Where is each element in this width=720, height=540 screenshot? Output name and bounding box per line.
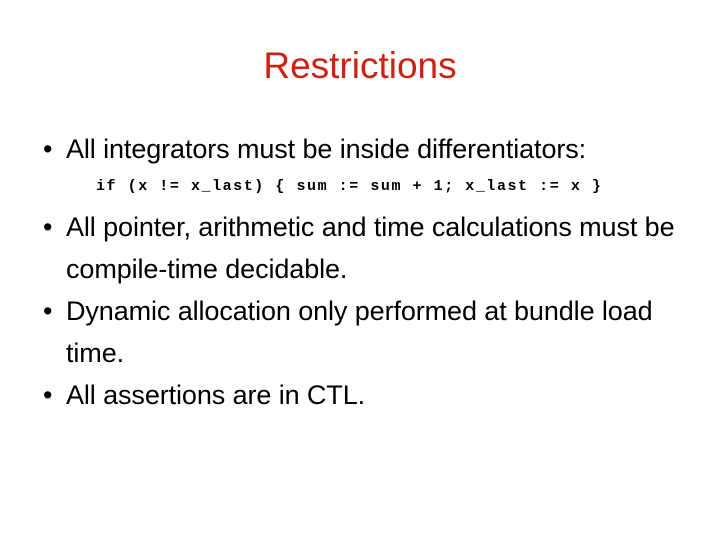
list-item-text: All integrators must be inside different… [66,134,587,164]
bullet-point-icon: • [43,296,53,326]
page-title: Restrictions [263,45,457,86]
list-item: • All integrators must be inside differe… [38,128,690,170]
presentation-slide: Restrictions • All integrators must be i… [0,0,720,540]
list-item: • All pointer, arithmetic and time calcu… [38,206,690,290]
slide-body: • All integrators must be inside differe… [38,128,690,416]
list-item: • All assertions are in CTL. [38,374,690,416]
list-item-text: All assertions are in CTL. [66,380,366,410]
list-item-text: Dynamic allocation only performed at bun… [66,296,653,368]
bullet-point-icon: • [43,380,53,410]
code-snippet: if (x != x_last) { sum := sum + 1; x_las… [96,178,603,195]
list-item: • Dynamic allocation only performed at b… [38,290,690,374]
list-item-text: All pointer, arithmetic and time calcula… [66,212,675,284]
bullet-point-icon: • [43,212,53,242]
bullet-point-icon: • [43,134,53,164]
